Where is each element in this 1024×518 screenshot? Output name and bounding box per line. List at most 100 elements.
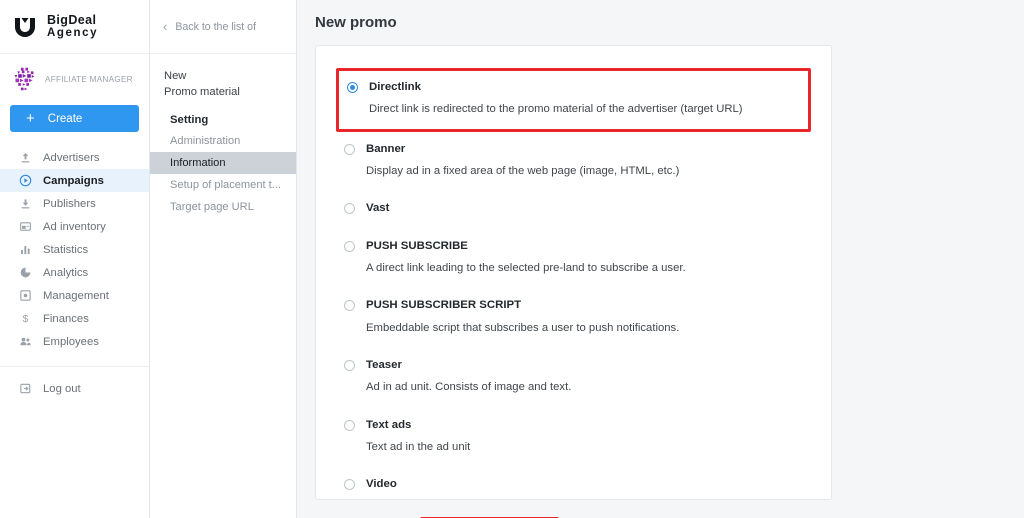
option-vast[interactable]: Vast xyxy=(336,195,811,222)
svg-text:$: $ xyxy=(23,314,29,325)
subnav-item-label: Information xyxy=(170,157,226,170)
sidebar-item-label: Ad inventory xyxy=(43,220,106,233)
sidebar-item-label: Employees xyxy=(43,335,99,348)
sidebar-item-advertisers[interactable]: Advertisers xyxy=(0,146,149,169)
sidebar-item-label: Publishers xyxy=(43,197,96,210)
back-to-list-label: Back to the list of xyxy=(175,20,257,33)
account-block[interactable]: AFFILIATE MANAGER xyxy=(0,54,149,97)
radio-teaser[interactable] xyxy=(344,359,355,371)
option-push-subscriber-script[interactable]: PUSH SUBSCRIBER SCRIPT Embeddable script… xyxy=(336,292,811,342)
pie-chart-icon xyxy=(19,266,32,279)
brand-name-primary: BigDeal xyxy=(47,12,97,27)
option-description: Embeddable script that subscribes a user… xyxy=(366,321,680,334)
radio-directlink[interactable] xyxy=(347,82,358,93)
subnav-item-information[interactable]: Information xyxy=(150,152,296,175)
window-icon xyxy=(19,220,32,233)
option-push-subscribe[interactable]: PUSH SUBSCRIBE A direct link leading to … xyxy=(336,233,811,283)
sidebar-item-campaigns[interactable]: Campaigns xyxy=(0,169,149,192)
option-description: Display ad in a fixed area of the web pa… xyxy=(366,165,680,178)
bar-chart-icon xyxy=(19,243,32,256)
people-icon xyxy=(19,335,32,348)
sidebar-item-statistics[interactable]: Statistics xyxy=(0,238,149,261)
sidebar-item-publishers[interactable]: Publishers xyxy=(0,192,149,215)
option-label: Banner xyxy=(366,142,406,155)
download-arrow-icon xyxy=(19,197,32,210)
sidebar-item-employees[interactable]: Employees xyxy=(0,330,149,353)
radio-push-subscriber-script[interactable] xyxy=(344,300,355,312)
subnav-item-label: Target page URL xyxy=(170,201,254,214)
option-label: Directlink xyxy=(369,81,421,93)
sidebar-item-logout[interactable]: Log out xyxy=(0,377,149,400)
box-target-icon xyxy=(19,289,32,302)
logout-icon xyxy=(19,382,32,395)
option-label: Teaser xyxy=(366,358,402,371)
option-description: Ad in ad unit. Consists of image and tex… xyxy=(366,381,572,394)
primary-sidebar: BigDeal Agency AFFILIATE MANAGER + Creat… xyxy=(0,0,150,518)
play-circle-icon xyxy=(19,174,32,187)
option-label: PUSH SUBSCRIBE xyxy=(366,239,468,252)
app-root: BigDeal Agency AFFILIATE MANAGER + Creat… xyxy=(0,0,1024,518)
radio-banner[interactable] xyxy=(344,143,355,155)
option-label: PUSH SUBSCRIBER SCRIPT xyxy=(366,299,522,312)
sidebar-item-finances[interactable]: $ Finances xyxy=(0,307,149,330)
plus-icon: + xyxy=(26,110,35,127)
sidebar-item-label: Statistics xyxy=(43,243,89,256)
subnav-title-line1: New xyxy=(164,70,187,82)
option-banner[interactable]: Banner Display ad in a fixed area of the… xyxy=(336,136,811,186)
chevron-left-icon: ‹ xyxy=(163,19,168,34)
subnav-group-label: Setting xyxy=(170,114,209,127)
sidebar-item-label: Management xyxy=(43,289,109,302)
page-title: New promo xyxy=(315,14,397,31)
option-description: Direct link is redirected to the promo m… xyxy=(369,103,743,116)
sidebar-nav: Advertisers Campaigns Publishers Ad inve… xyxy=(0,144,149,400)
sidebar-item-management[interactable]: Management xyxy=(0,284,149,307)
sidebar-item-analytics[interactable]: Analytics xyxy=(0,261,149,284)
subnav-title: New Promo material xyxy=(150,54,296,110)
option-directlink[interactable]: Directlink Direct link is redirected to … xyxy=(336,68,811,132)
radio-push-subscribe[interactable] xyxy=(344,240,355,252)
shield-chevron-logo-icon xyxy=(15,17,35,37)
identicon-avatar xyxy=(11,66,38,93)
option-text-ads[interactable]: Text ads Text ad in the ad unit xyxy=(336,412,811,462)
option-description: A direct link leading to the selected pr… xyxy=(366,262,686,275)
brand-name-secondary: Agency xyxy=(47,27,99,40)
promo-type-card: Directlink Direct link is redirected to … xyxy=(315,45,832,518)
option-label: Vast xyxy=(366,202,390,215)
radio-text-ads[interactable] xyxy=(344,419,355,431)
radio-vast[interactable] xyxy=(344,203,355,215)
subnav-item-administration[interactable]: Administration xyxy=(150,130,296,152)
sidebar-item-label: Finances xyxy=(43,312,89,325)
sidebar-item-ad-inventory[interactable]: Ad inventory xyxy=(0,215,149,238)
option-label: Text ads xyxy=(366,418,412,431)
main-content: New promo Directlink Direct link is redi… xyxy=(297,0,1024,518)
create-button[interactable]: + Create xyxy=(10,105,139,132)
account-role-label: AFFILIATE MANAGER xyxy=(45,75,133,84)
dollar-icon: $ xyxy=(19,312,32,325)
subnav-item-target-page-url[interactable]: Target page URL xyxy=(150,196,296,218)
sidebar-item-label: Analytics xyxy=(43,266,89,279)
secondary-sidebar: ‹ Back to the list of New Promo material… xyxy=(150,0,297,518)
brand-header[interactable]: BigDeal Agency xyxy=(0,0,149,54)
create-button-label: Create xyxy=(47,112,83,125)
back-to-list-link[interactable]: ‹ Back to the list of xyxy=(150,0,296,54)
subnav-item-label: Administration xyxy=(170,135,241,148)
subnav-item-setup-of-placement[interactable]: Setup of placement t... xyxy=(150,174,296,196)
option-teaser[interactable]: Teaser Ad in ad unit. Consists of image … xyxy=(336,352,811,402)
upload-arrow-icon xyxy=(19,151,32,164)
sidebar-item-label: Log out xyxy=(43,382,81,395)
subnav-title-line2: Promo material xyxy=(164,86,240,99)
option-video[interactable]: Video xyxy=(336,471,811,498)
sidebar-item-label: Campaigns xyxy=(43,174,104,187)
subnav-item-label: Setup of placement t... xyxy=(170,179,282,192)
sidebar-divider xyxy=(0,366,149,367)
sidebar-item-label: Advertisers xyxy=(43,151,100,164)
option-label: Video xyxy=(366,478,397,491)
radio-video[interactable] xyxy=(344,479,355,491)
option-description: Text ad in the ad unit xyxy=(366,440,471,453)
